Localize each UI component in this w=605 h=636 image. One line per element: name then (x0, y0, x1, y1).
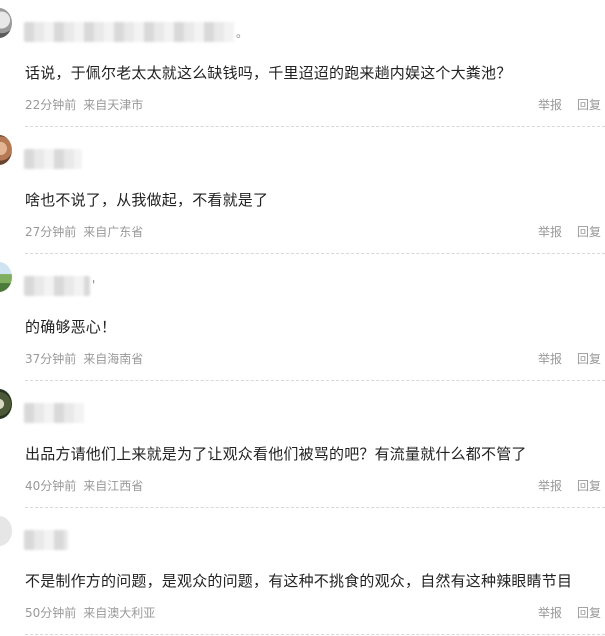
divider (25, 634, 605, 635)
username-suffix: 。 (236, 26, 249, 40)
comment-text: 话说，于佩尔老太太就这么缺钱吗，千里迢迢的跑来趟内娱这个大粪池？ (25, 64, 512, 82)
user-avatar[interactable] (0, 262, 12, 292)
comment-item: 出品方请他们上来就是为了让观众看他们被骂的吧？有流量就什么都不管了 40分钟前来… (0, 381, 605, 508)
comment-item: ' 的确够恶心！ 37分钟前 来自海南省 举报 回复 (0, 254, 605, 381)
username-blurred[interactable] (24, 403, 84, 423)
comment-location: 来自海南省 (83, 352, 144, 366)
comment-item: 。 话说，于佩尔老太太就这么缺钱吗，千里迢迢的跑来趟内娱这个大粪池？ 22分钟前… (0, 0, 605, 127)
comment-time: 50分钟前 (25, 606, 77, 620)
comment-actions: 举报 回复 (538, 96, 601, 113)
comment-actions: 举报 回复 (538, 604, 601, 621)
comment-meta: 40分钟前 来自江西省 (25, 477, 143, 494)
comment-actions: 举报 回复 (538, 477, 601, 494)
comment-actions: 举报 回复 (538, 223, 601, 240)
comment-time: 22分钟前 (25, 98, 77, 112)
comment-text: 出品方请他们上来就是为了让观众看他们被骂的吧？有流量就什么都不管了 (25, 445, 527, 463)
reply-button[interactable]: 回复 (577, 352, 601, 366)
report-button[interactable]: 举报 (538, 352, 562, 366)
user-avatar[interactable] (0, 516, 12, 546)
report-button[interactable]: 举报 (538, 98, 562, 112)
comment-time: 40分钟前 (25, 479, 77, 493)
user-avatar[interactable] (0, 389, 12, 419)
reply-button[interactable]: 回复 (577, 606, 601, 620)
username-blurred[interactable] (24, 530, 68, 550)
comment-actions: 举报 回复 (538, 350, 601, 367)
report-button[interactable]: 举报 (538, 225, 562, 239)
reply-button[interactable]: 回复 (577, 225, 601, 239)
reply-button[interactable]: 回复 (577, 98, 601, 112)
user-avatar[interactable] (0, 8, 12, 38)
comment-text: 不是制作方的问题，是观众的问题，有这种不挑食的观众，自然有这种辣眼睛节目 (25, 572, 573, 590)
username-blurred[interactable] (24, 276, 90, 296)
comment-meta: 37分钟前 来自海南省 (25, 350, 143, 367)
comment-location: 来自广东省 (83, 225, 144, 239)
username-blurred[interactable] (24, 22, 234, 42)
username-suffix: ' (92, 278, 96, 292)
report-button[interactable]: 举报 (538, 606, 562, 620)
comment-text: 的确够恶心！ (25, 318, 117, 336)
report-button[interactable]: 举报 (538, 479, 562, 493)
comment-location: 来自江西省 (83, 479, 144, 493)
comment-location: 来自澳大利亚 (83, 606, 156, 620)
comment-time: 27分钟前 (25, 225, 77, 239)
user-avatar[interactable] (0, 135, 12, 165)
reply-button[interactable]: 回复 (577, 479, 601, 493)
comment-meta: 50分钟前 来自澳大利亚 (25, 604, 155, 621)
comment-item: 不是制作方的问题，是观众的问题，有这种不挑食的观众，自然有这种辣眼睛节目 50分… (0, 508, 605, 635)
comment-meta: 22分钟前 来自天津市 (25, 96, 143, 113)
comment-time: 37分钟前 (25, 352, 77, 366)
comment-location: 来自天津市 (83, 98, 144, 112)
comment-meta: 27分钟前 来自广东省 (25, 223, 143, 240)
username-blurred[interactable] (24, 149, 82, 169)
comment-text: 啥也不说了，从我做起，不看就是了 (25, 191, 269, 209)
comment-item: 啥也不说了，从我做起，不看就是了 27分钟前 来自广东省 举报 回复 (0, 127, 605, 254)
